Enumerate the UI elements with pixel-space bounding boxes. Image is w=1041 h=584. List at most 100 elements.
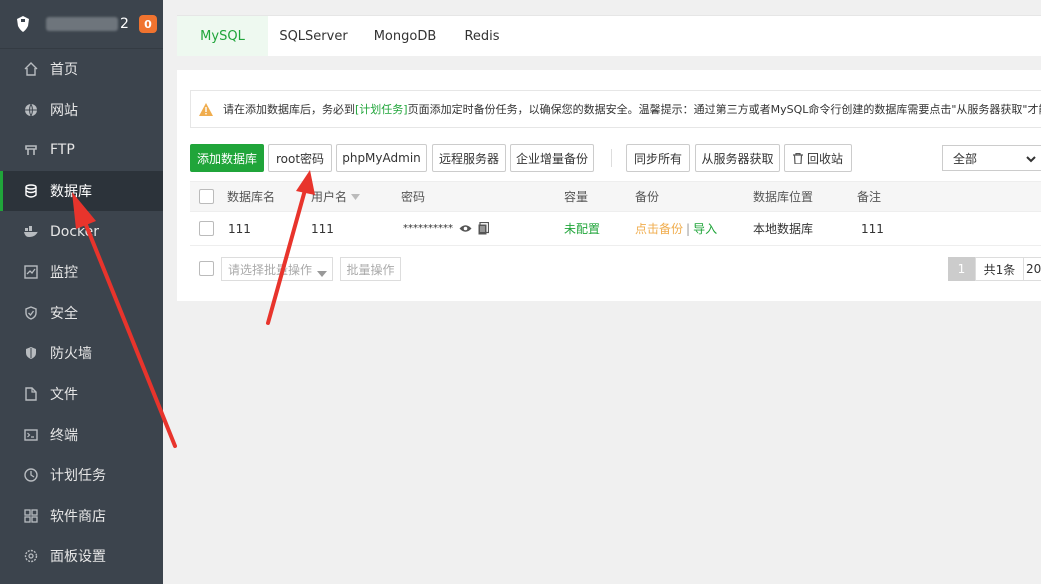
pagination: 1 共1条 20 bbox=[948, 257, 1041, 281]
table-row: 111 111 ********** 未配置 点击备份 | 导入 本地数据库 1… bbox=[190, 212, 1041, 246]
panel-logo-icon bbox=[14, 15, 32, 33]
page-total-count: 共1条 bbox=[975, 257, 1024, 281]
tab-mysql[interactable]: MySQL bbox=[177, 16, 268, 56]
page-number-current[interactable]: 1 bbox=[948, 257, 975, 281]
header-capacity: 容量 bbox=[564, 190, 589, 204]
server-name-suffix: 2 bbox=[120, 16, 129, 32]
sidebar-item-database[interactable]: 数据库 bbox=[0, 170, 163, 212]
apps-icon bbox=[23, 508, 39, 524]
database-type-tabs: MySQL SQLServer MongoDB Redis bbox=[177, 15, 1041, 56]
docker-icon bbox=[23, 224, 39, 240]
row-db-name: 111 bbox=[228, 221, 251, 236]
sidebar-item-home[interactable]: 首页 bbox=[0, 49, 163, 90]
sidebar-item-label: 安全 bbox=[50, 305, 78, 322]
terminal-icon bbox=[23, 427, 39, 443]
sidebar-item-ftp[interactable]: FTP bbox=[0, 130, 163, 171]
server-header: 2 0 bbox=[0, 0, 163, 49]
batch-operation-select[interactable]: 请选择批量操作 bbox=[221, 257, 333, 281]
sidebar-item-app-store[interactable]: 软件商店 bbox=[0, 496, 163, 537]
sidebar-item-files[interactable]: 文件 bbox=[0, 374, 163, 415]
row-password-cell: ********** bbox=[403, 212, 489, 245]
sidebar-item-label: 监控 bbox=[50, 265, 78, 282]
table-header: 数据库名 用户名 密码 容量 备份 数据库位置 备注 bbox=[190, 181, 1041, 212]
database-panel: 请在添加数据库后，务必到 [计划任务] 页面添加定时备份任务，以确保您的数据安全。温… bbox=[177, 70, 1041, 301]
row-backup-cell: 点击备份 | 导入 bbox=[635, 212, 717, 245]
sidebar-menu: 首页 网站 FTP 数据库 Docker 监控 安全 防火墙 文件 终端 计划任… bbox=[0, 49, 163, 577]
sidebar-item-docker[interactable]: Docker bbox=[0, 211, 163, 252]
batch-operation-button[interactable]: 批量操作 bbox=[340, 257, 401, 281]
header-user[interactable]: 用户名 bbox=[311, 182, 361, 211]
sidebar-item-monitor[interactable]: 监控 bbox=[0, 252, 163, 293]
sidebar-item-website[interactable]: 网站 bbox=[0, 90, 163, 131]
sidebar-item-settings[interactable]: 面板设置 bbox=[0, 536, 163, 577]
sidebar-item-label: 防火墙 bbox=[50, 346, 92, 363]
sidebar-item-label: Docker bbox=[50, 223, 100, 240]
monitor-icon bbox=[23, 264, 39, 280]
masked-server-address bbox=[46, 17, 118, 31]
header-note: 备注 bbox=[857, 190, 882, 204]
firewall-icon bbox=[23, 345, 39, 361]
remote-server-button[interactable]: 远程服务器 bbox=[432, 144, 506, 172]
select-all-cell bbox=[199, 182, 214, 211]
row-checkbox[interactable] bbox=[199, 221, 214, 236]
incremental-backup-button[interactable]: 企业增量备份 bbox=[510, 144, 594, 172]
cron-task-link[interactable]: [计划任务] bbox=[355, 101, 408, 117]
row-username: 111 bbox=[311, 221, 334, 236]
sidebar-item-firewall[interactable]: 防火墙 bbox=[0, 333, 163, 374]
page-size-select[interactable]: 20 bbox=[1024, 257, 1041, 281]
backup-tip: 请在添加数据库后，务必到 [计划任务] 页面添加定时备份任务，以确保您的数据安全。温… bbox=[190, 90, 1041, 128]
database-filter-select[interactable]: 全部 bbox=[942, 145, 1041, 171]
copy-icon[interactable] bbox=[478, 222, 489, 235]
root-password-button[interactable]: root密码 bbox=[268, 144, 332, 172]
globe-icon bbox=[23, 102, 39, 118]
warning-icon bbox=[199, 102, 213, 116]
row-note[interactable]: 111 bbox=[861, 212, 884, 245]
sidebar-item-label: FTP bbox=[50, 142, 75, 159]
sidebar-item-terminal[interactable]: 终端 bbox=[0, 414, 163, 455]
clock-icon bbox=[23, 467, 39, 483]
gear-icon bbox=[23, 548, 39, 564]
folder-icon bbox=[23, 386, 39, 402]
batch-placeholder: 请选择批量操作 bbox=[228, 262, 313, 277]
chevron-down-icon bbox=[1025, 153, 1037, 168]
row-capacity-link[interactable]: 未配置 bbox=[564, 212, 600, 245]
tip-suffix: 页面添加定时备份任务，以确保您的数据安全。温馨提示：通过第三方或者MySQL命令… bbox=[407, 103, 1041, 116]
caret-down-icon bbox=[317, 266, 327, 280]
trash-icon bbox=[792, 152, 803, 164]
backup-now-link[interactable]: 点击备份 bbox=[635, 220, 683, 237]
database-icon bbox=[23, 183, 39, 199]
row-password: ********** bbox=[403, 223, 453, 234]
ftp-icon bbox=[23, 142, 39, 158]
tab-redis[interactable]: Redis bbox=[451, 16, 513, 56]
row-select-cell bbox=[199, 212, 214, 245]
sidebar-item-label: 首页 bbox=[50, 62, 78, 79]
header-name[interactable]: 数据库名 bbox=[227, 182, 275, 211]
fetch-from-server-button[interactable]: 从服务器获取 bbox=[695, 144, 780, 172]
select-all-checkbox[interactable] bbox=[199, 189, 214, 204]
filter-selected-value: 全部 bbox=[953, 151, 978, 166]
toolbar-divider bbox=[611, 149, 612, 167]
sidebar-item-security[interactable]: 安全 bbox=[0, 293, 163, 334]
sync-all-button[interactable]: 同步所有 bbox=[626, 144, 690, 172]
add-database-button[interactable]: 添加数据库 bbox=[190, 144, 264, 172]
tab-mongodb[interactable]: MongoDB bbox=[359, 16, 451, 56]
footer-select-all-checkbox[interactable] bbox=[199, 261, 214, 276]
phpmyadmin-button[interactable]: phpMyAdmin bbox=[336, 144, 427, 172]
eye-icon[interactable] bbox=[459, 224, 472, 233]
header-user-label: 用户名 bbox=[311, 190, 348, 204]
divider-pipe: | bbox=[686, 221, 691, 236]
sidebar-item-label: 数据库 bbox=[50, 184, 92, 201]
recycle-bin-button[interactable]: 回收站 bbox=[784, 144, 852, 172]
sidebar-item-label: 网站 bbox=[50, 102, 78, 119]
recycle-bin-label: 回收站 bbox=[806, 151, 843, 166]
import-link[interactable]: 导入 bbox=[693, 220, 717, 237]
sidebar-item-cron[interactable]: 计划任务 bbox=[0, 455, 163, 496]
sidebar-item-label: 终端 bbox=[50, 427, 78, 444]
message-badge[interactable]: 0 bbox=[139, 15, 157, 33]
row-location: 本地数据库 bbox=[753, 222, 814, 236]
tab-sqlserver[interactable]: SQLServer bbox=[268, 16, 359, 56]
header-location: 数据库位置 bbox=[753, 190, 814, 204]
header-password: 密码 bbox=[401, 190, 426, 204]
sort-down-icon bbox=[351, 193, 361, 200]
sidebar-item-label: 面板设置 bbox=[50, 549, 106, 566]
